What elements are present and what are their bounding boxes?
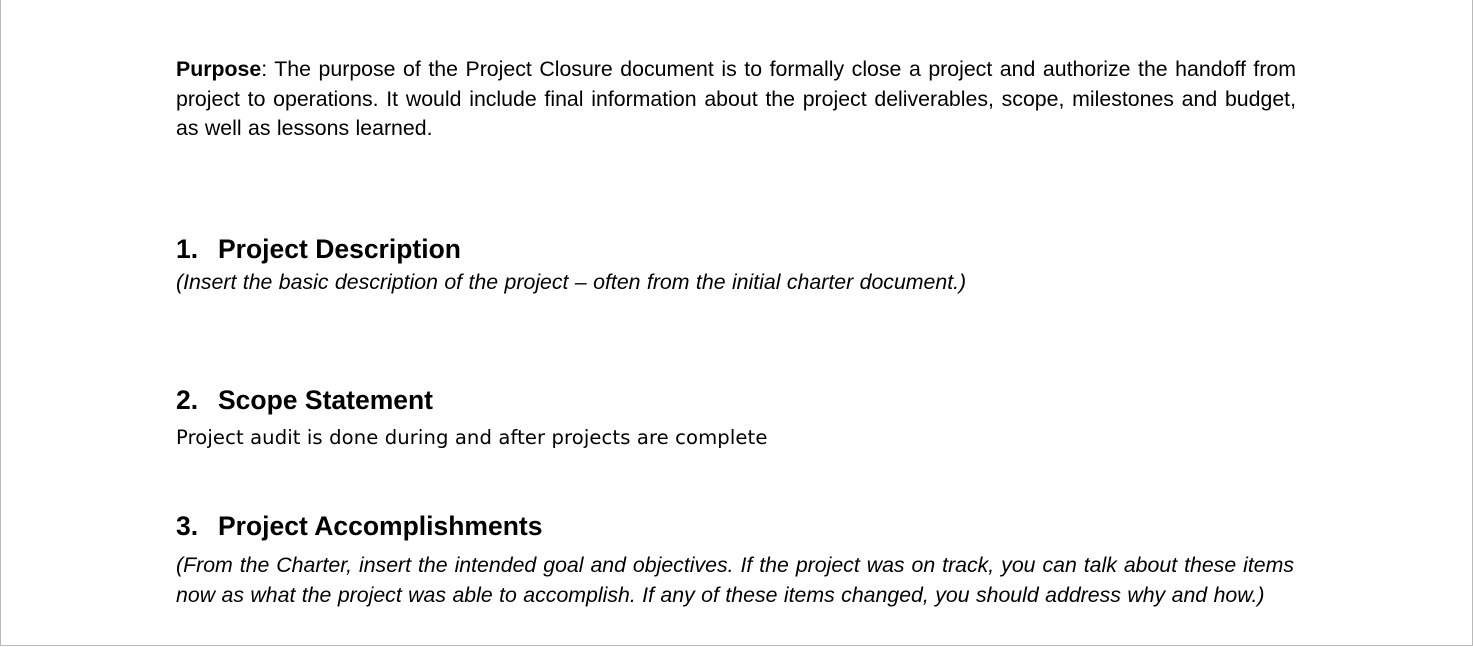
section-title: Scope Statement [218,385,434,415]
section-title: Project Accomplishments [218,511,543,541]
section-body-scope-statement: Project audit is done during and after p… [176,426,768,449]
section-body-project-description: (Insert the basic description of the pro… [176,270,967,294]
section-body-project-accomplishments: (From the Charter, insert the intended g… [176,553,1294,607]
purpose-paragraph: Purpose: The purpose of the Project Clos… [176,55,1296,144]
section-heading-scope-statement: 2. Scope Statement [176,384,433,416]
section-title: Project Description [218,234,461,264]
purpose-label: Purpose [176,57,262,81]
document-page: Purpose: The purpose of the Project Clos… [0,0,1473,646]
section-number: 3. [176,511,199,541]
section-number: 1. [176,234,199,264]
purpose-text: The purpose of the Project Closure docum… [176,57,1296,140]
section-heading-project-description: 1. Project Description [176,233,461,265]
section-heading-project-accomplishments: 3. Project Accomplishments [176,510,542,542]
section-number: 2. [176,385,199,415]
